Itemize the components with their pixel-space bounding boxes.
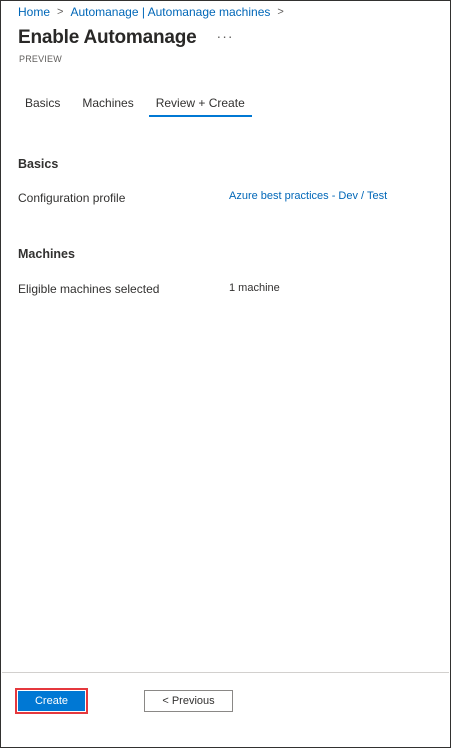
configuration-profile-label: Configuration profile bbox=[18, 191, 126, 205]
breadcrumb-automanage-link[interactable]: Automanage | Automanage machines bbox=[70, 5, 270, 19]
blade-frame: Home > Automanage | Automanage machines … bbox=[0, 0, 451, 748]
preview-badge: PREVIEW bbox=[19, 54, 62, 64]
configuration-profile-link[interactable]: Azure best practices - Dev / Test bbox=[229, 190, 387, 202]
footer-divider bbox=[2, 672, 449, 673]
wizard-tabs: Basics Machines Review + Create bbox=[18, 94, 260, 117]
machines-section-heading: Machines bbox=[18, 247, 75, 261]
more-options-icon[interactable]: ··· bbox=[217, 28, 234, 44]
basics-section-heading: Basics bbox=[18, 157, 59, 171]
page-header: Enable Automanage ··· bbox=[18, 27, 234, 49]
breadcrumb-home-link[interactable]: Home bbox=[18, 5, 50, 19]
breadcrumb: Home > Automanage | Automanage machines … bbox=[18, 5, 291, 19]
chevron-right-icon: > bbox=[277, 6, 284, 18]
tab-review-create[interactable]: Review + Create bbox=[148, 94, 252, 117]
chevron-right-icon: > bbox=[57, 6, 64, 18]
tab-machines[interactable]: Machines bbox=[75, 94, 140, 117]
page-title: Enable Automanage bbox=[18, 27, 197, 48]
previous-button[interactable]: < Previous bbox=[144, 690, 233, 712]
eligible-machines-label: Eligible machines selected bbox=[18, 282, 160, 296]
eligible-machines-value: 1 machine bbox=[229, 282, 280, 294]
tab-basics[interactable]: Basics bbox=[18, 94, 67, 117]
create-button[interactable]: Create bbox=[18, 691, 85, 711]
